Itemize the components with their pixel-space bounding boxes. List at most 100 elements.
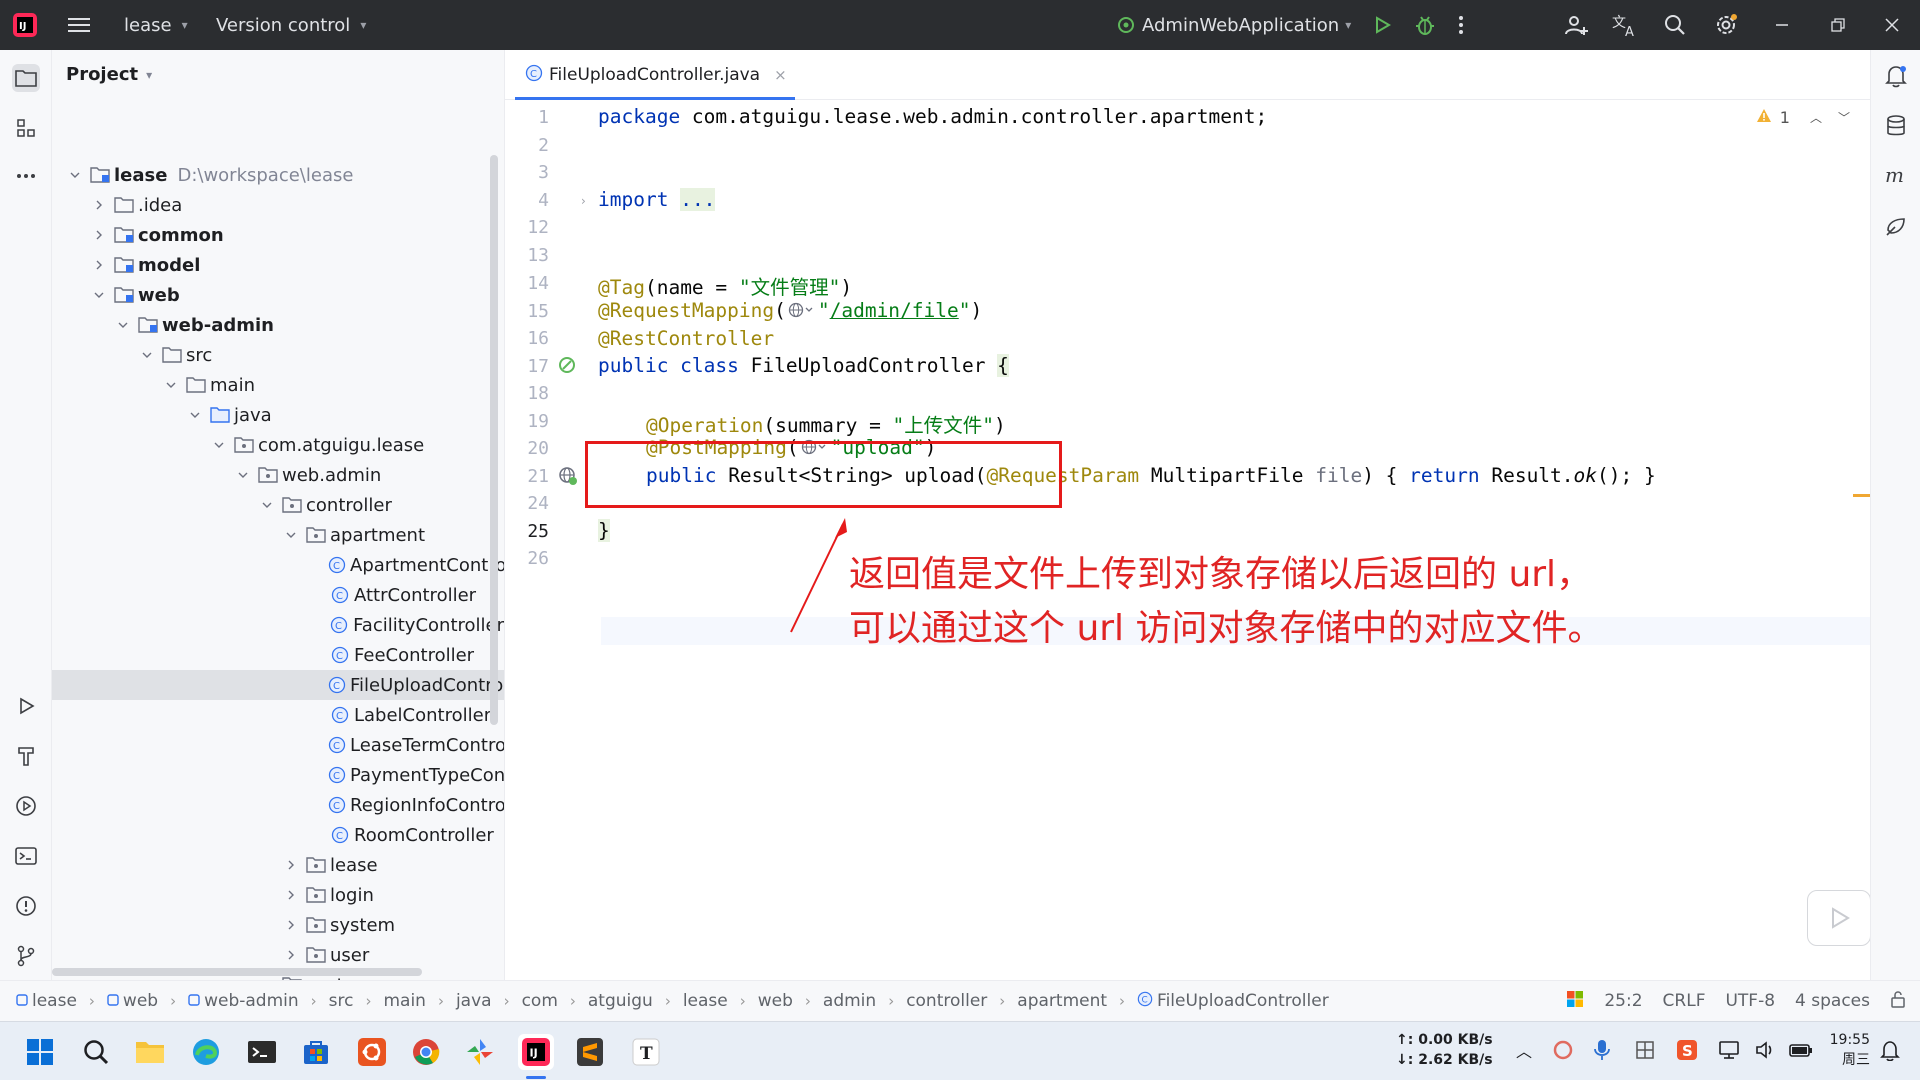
- line-number[interactable]: 14: [505, 273, 549, 294]
- tree-item-web[interactable]: web: [52, 280, 504, 310]
- inspection-widget[interactable]: 1 ︿ ﹀: [1756, 108, 1850, 127]
- main-menu-icon[interactable]: [68, 0, 90, 50]
- settings-gear-icon[interactable]: [1714, 0, 1738, 50]
- debug-icon[interactable]: [1414, 0, 1436, 50]
- chrome-browser-icon[interactable]: [408, 1034, 444, 1070]
- tab-fileuploadcontroller[interactable]: C FileUploadController.java ×: [515, 50, 797, 100]
- tree-item-system[interactable]: system: [52, 910, 504, 940]
- chevron-down-icon[interactable]: [164, 378, 178, 392]
- code-line-16[interactable]: @RestController: [598, 327, 774, 350]
- battery-icon[interactable]: [1788, 1039, 1814, 1065]
- tree-item-src[interactable]: src: [52, 340, 504, 370]
- run-icon[interactable]: [1372, 0, 1392, 50]
- project-view-selector[interactable]: Project ▾: [66, 64, 152, 85]
- breadcrumb-item[interactable]: admin: [823, 991, 876, 1011]
- chevron-down-icon[interactable]: [140, 348, 154, 362]
- translate-icon[interactable]: 文A: [1612, 0, 1638, 50]
- code-line-25[interactable]: }: [598, 519, 610, 542]
- ai-assistant-icon[interactable]: [1882, 212, 1910, 240]
- chevron-down-icon[interactable]: [116, 318, 130, 332]
- database-icon[interactable]: [1882, 112, 1910, 140]
- line-number[interactable]: 2: [505, 135, 549, 156]
- breadcrumb-item[interactable]: apartment: [1017, 991, 1107, 1011]
- code-line-15[interactable]: @RequestMapping("/admin/file"): [598, 299, 982, 323]
- line-number[interactable]: 26: [505, 548, 549, 569]
- video-play-button[interactable]: [1807, 890, 1871, 946]
- code-line-1[interactable]: package com.atguigu.lease.web.admin.cont…: [598, 105, 1267, 128]
- tree-item-labelcontroller[interactable]: C LabelController: [52, 700, 504, 730]
- search-icon[interactable]: [1664, 0, 1686, 50]
- edge-browser-icon[interactable]: [188, 1034, 224, 1070]
- tree-item-attrcontroller[interactable]: C AttrController: [52, 580, 504, 610]
- services-icon[interactable]: [12, 792, 40, 820]
- ubuntu-app-icon[interactable]: [354, 1034, 390, 1070]
- file-explorer-icon[interactable]: [132, 1034, 168, 1070]
- windows-color-icon[interactable]: [1566, 990, 1584, 1013]
- breadcrumb-item[interactable]: atguigu: [588, 991, 653, 1011]
- lock-icon[interactable]: [1890, 990, 1906, 1013]
- tree-item-model[interactable]: model: [52, 250, 504, 280]
- tree-item--idea[interactable]: .idea: [52, 190, 504, 220]
- more-actions-icon[interactable]: [1458, 0, 1464, 50]
- search-icon[interactable]: [78, 1034, 114, 1070]
- tree-item-apartment[interactable]: apartment: [52, 520, 504, 550]
- tree-item-com-atguigu-lease[interactable]: com.atguigu.lease: [52, 430, 504, 460]
- web-endpoint-gutter-icon[interactable]: [557, 465, 579, 491]
- tree-item-java[interactable]: java: [52, 400, 504, 430]
- folded-imports[interactable]: ...: [680, 188, 716, 211]
- line-number[interactable]: 21: [505, 466, 549, 487]
- bean-gutter-icon[interactable]: [557, 355, 579, 381]
- run-config-selector[interactable]: AdminWebApplication ▾: [1116, 0, 1351, 50]
- chevron-down-icon[interactable]: [212, 438, 226, 452]
- clock[interactable]: 19:55 周三: [1828, 1030, 1870, 1070]
- colorful-app-icon[interactable]: [462, 1034, 498, 1070]
- git-branch-icon[interactable]: [12, 942, 40, 970]
- tree-item-roomcontroller[interactable]: C RoomController: [52, 820, 504, 850]
- breadcrumb-item[interactable]: main: [383, 991, 425, 1011]
- tree-item-leasetermcontrol[interactable]: C LeaseTermControl: [52, 730, 504, 760]
- file-encoding[interactable]: UTF-8: [1725, 991, 1775, 1011]
- display-tray-icon[interactable]: [1718, 1039, 1740, 1065]
- add-user-icon[interactable]: [1564, 0, 1588, 50]
- tree-item-web-admin[interactable]: web-admin: [52, 310, 504, 340]
- fold-arrow-icon[interactable]: ›: [581, 194, 586, 208]
- chevron-right-icon[interactable]: [284, 858, 298, 872]
- caret-position[interactable]: 25:2: [1604, 991, 1642, 1011]
- intellij-idea-taskbar-icon[interactable]: IJ: [518, 1034, 554, 1070]
- previous-highlight-icon[interactable]: ︿: [1810, 109, 1822, 126]
- web-globe-icon[interactable]: [788, 300, 814, 323]
- terminal-app-icon[interactable]: [244, 1034, 280, 1070]
- chevron-right-icon[interactable]: [284, 888, 298, 902]
- tree-item-user[interactable]: user: [52, 940, 504, 970]
- breadcrumb-item[interactable]: C FileUploadController: [1137, 991, 1329, 1012]
- typora-icon[interactable]: T: [628, 1034, 664, 1070]
- breadcrumb-item[interactable]: web: [758, 991, 793, 1011]
- tree-item-regioninfocontroll[interactable]: C RegionInfoControll: [52, 790, 504, 820]
- restore-window-icon[interactable]: [1830, 0, 1846, 50]
- breadcrumb-item[interactable]: lease: [16, 991, 77, 1011]
- breadcrumb-item[interactable]: src: [329, 991, 354, 1011]
- tree-item-controller[interactable]: controller: [52, 490, 504, 520]
- close-tab-icon[interactable]: ×: [774, 66, 787, 84]
- ime-s-icon[interactable]: S: [1676, 1039, 1698, 1065]
- breadcrumb-item[interactable]: com: [522, 991, 558, 1011]
- notification-bell-icon[interactable]: [1880, 1039, 1900, 1065]
- microphone-icon[interactable]: [1594, 1039, 1610, 1065]
- breadcrumb-item[interactable]: web-admin: [188, 991, 299, 1011]
- line-number[interactable]: 3: [505, 162, 549, 183]
- intellij-logo-icon[interactable]: IJ: [12, 0, 38, 50]
- tree-item-main[interactable]: main: [52, 370, 504, 400]
- version-control-menu[interactable]: Version control ▾: [216, 0, 366, 50]
- sublime-text-icon[interactable]: [572, 1034, 608, 1070]
- chevron-down-icon[interactable]: [284, 528, 298, 542]
- chevron-down-icon[interactable]: [260, 498, 274, 512]
- volume-icon[interactable]: [1754, 1039, 1776, 1065]
- tree-item-facilitycontroller[interactable]: C FacilityController: [52, 610, 504, 640]
- tree-item-lease[interactable]: lease: [52, 850, 504, 880]
- project-vertical-scrollbar[interactable]: [490, 155, 498, 725]
- breadcrumb-item[interactable]: lease: [683, 991, 728, 1011]
- build-hammer-icon[interactable]: [12, 742, 40, 770]
- breadcrumb-item[interactable]: controller: [906, 991, 987, 1011]
- project-switcher[interactable]: lease ▾: [124, 0, 188, 50]
- chevron-down-icon[interactable]: [188, 408, 202, 422]
